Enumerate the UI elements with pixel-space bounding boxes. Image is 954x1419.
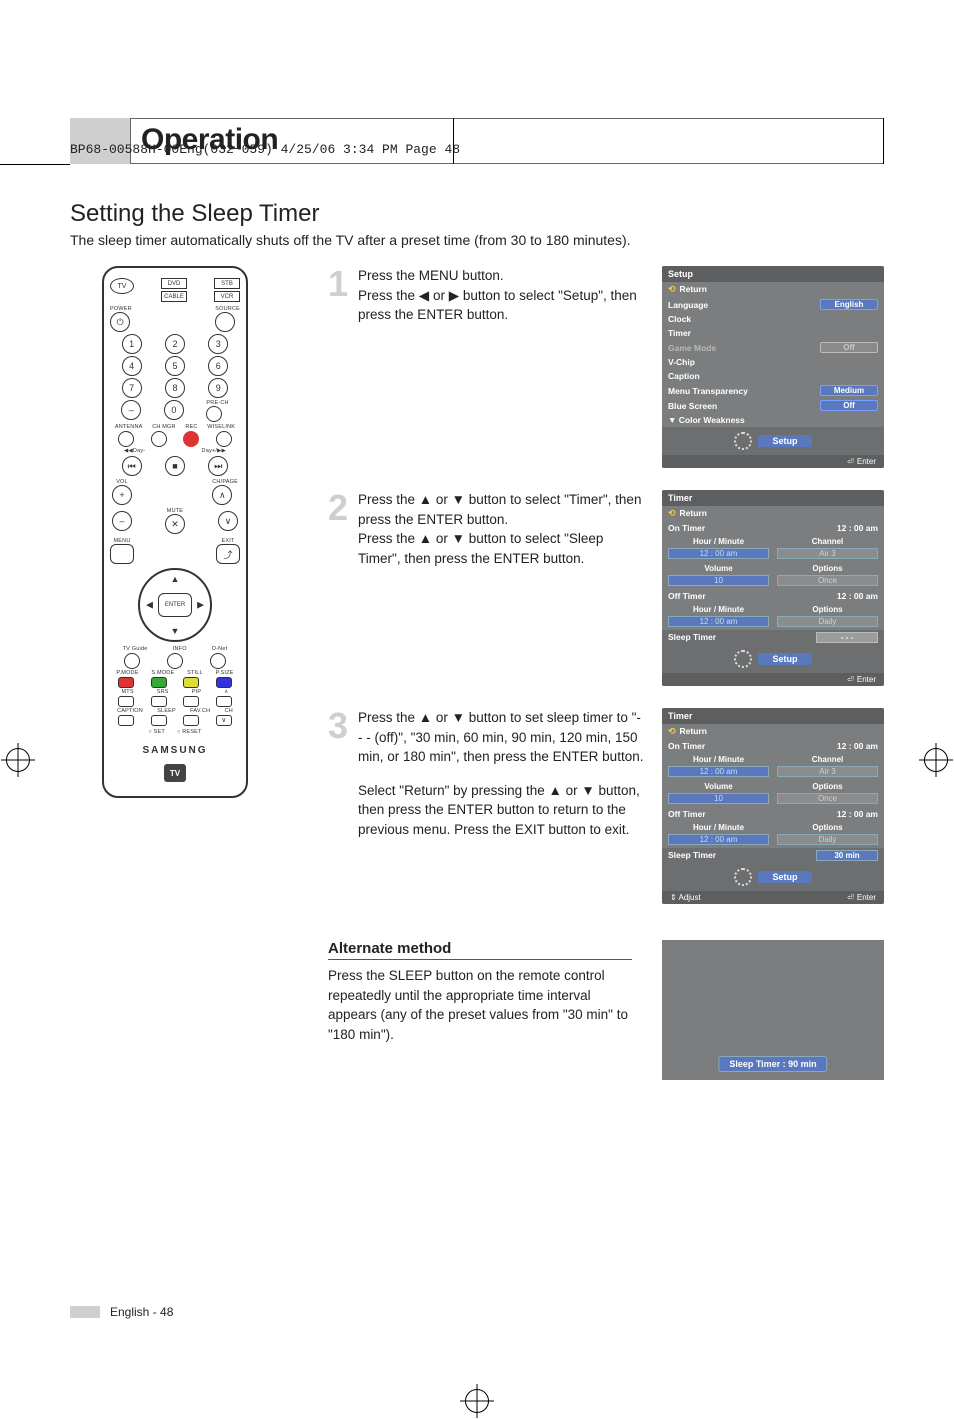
exit-label: EXIT — [216, 538, 240, 544]
step-3-text: Press the ▲ or ▼ button to set sleep tim… — [358, 708, 644, 839]
wiselink-label: WISELINK — [207, 424, 235, 430]
print-header: BP68-00588H-00Eng(032~059) 4/25/06 3:34 … — [70, 142, 460, 157]
menu-label: MENU — [110, 538, 134, 544]
return-item: Return — [668, 284, 878, 295]
psize-label: P.SIZE — [216, 670, 234, 676]
step-number-2: 2 — [328, 490, 348, 568]
remote-illustration: TV DVD CABLE STB VCR POWER ⏻ — [70, 266, 280, 1080]
enter-hint: Enter — [847, 457, 876, 466]
sleep-timer-pill: Sleep Timer : 90 min — [718, 1056, 827, 1072]
pmode-label: P.MODE — [116, 670, 138, 676]
adjust-hint: ⇕ Adjust — [670, 893, 701, 902]
step-number-1: 1 — [328, 266, 348, 325]
registration-mark — [465, 1389, 489, 1413]
section-accent-bar — [70, 118, 130, 164]
registration-mark — [6, 748, 30, 772]
dvd-button: DVD — [161, 278, 187, 289]
section-title-box: Operation — [130, 118, 884, 164]
osd-timer-menu: Timer Return On Timer12 : 00 am Hour / M… — [662, 490, 884, 686]
step-2-text: Press the ▲ or ▼ button to select "Timer… — [358, 490, 644, 568]
alternate-method-text: Press the SLEEP button on the remote con… — [328, 966, 632, 1044]
intro-text: The sleep timer automatically shuts off … — [70, 232, 884, 248]
power-button: ⏻ — [110, 312, 130, 332]
favch-label: FAV.CH — [190, 708, 210, 714]
day-minus-label: ◀◀Day- — [124, 448, 145, 454]
chmgr-label: CH MGR — [152, 424, 176, 430]
info-label: INFO — [173, 646, 187, 652]
page-number: English - 48 — [110, 1305, 173, 1319]
osd-setup-menu: Setup Return LanguageEnglish Clock Timer… — [662, 266, 884, 468]
dpad: ▲ ▼ ◀ ▶ ENTER — [138, 568, 212, 642]
prech-label: PRE-CH — [206, 400, 228, 406]
step-number-3: 3 — [328, 708, 348, 839]
registration-mark — [924, 748, 948, 772]
dnet-label: D-Net — [212, 646, 227, 652]
vol-label: VOL — [112, 479, 132, 485]
osd-timer-menu-selected: Timer Return On Timer12 : 00 am Hour / M… — [662, 708, 884, 904]
tvguide-logo: TV — [164, 764, 186, 782]
antenna-label: ANTENNA — [115, 424, 143, 430]
page-subtitle: Setting the Sleep Timer — [70, 200, 884, 228]
osd-title: Setup — [662, 266, 884, 282]
mute-label: MUTE — [165, 508, 185, 514]
sleep-label: SLEEP — [157, 708, 176, 714]
source-button — [215, 312, 235, 332]
tv-mode-button: TV — [110, 278, 134, 294]
pip-label: PIP — [192, 689, 201, 695]
power-label: POWER — [110, 306, 132, 312]
tvguide-label: TV Guide — [123, 646, 148, 652]
mts-label: MTS — [122, 689, 134, 695]
enter-button: ENTER — [158, 593, 192, 617]
srs-label: SRS — [157, 689, 169, 695]
crop-mark — [883, 118, 884, 164]
gear-icon — [734, 868, 752, 886]
ch-label: CH — [225, 708, 233, 714]
alternate-method-title: Alternate method — [328, 940, 632, 960]
source-label: SOURCE — [215, 306, 240, 312]
osd-sleep-overlay: Sleep Timer : 90 min — [662, 940, 884, 1080]
day-plus-label: Day+/▶▶ — [202, 448, 226, 454]
chpage-label: CH/PAGE — [212, 479, 238, 485]
caption-label: CAPTION — [117, 708, 143, 714]
step-1-text: Press the MENU button. Press the ◀ or ▶ … — [358, 266, 644, 325]
crop-mark — [0, 164, 70, 165]
brand-logo: SAMSUNG — [110, 745, 240, 756]
vcr-button: VCR — [214, 291, 240, 302]
gear-icon — [734, 432, 752, 450]
rec-label: REC — [185, 424, 197, 430]
footer-accent-bar — [70, 1306, 100, 1318]
smode-label: S.MODE — [151, 670, 174, 676]
cable-button: CABLE — [161, 291, 187, 302]
crop-mark — [453, 118, 454, 164]
gear-icon — [734, 650, 752, 668]
stb-button: STB — [214, 278, 240, 289]
still-label: STILL — [187, 670, 203, 676]
